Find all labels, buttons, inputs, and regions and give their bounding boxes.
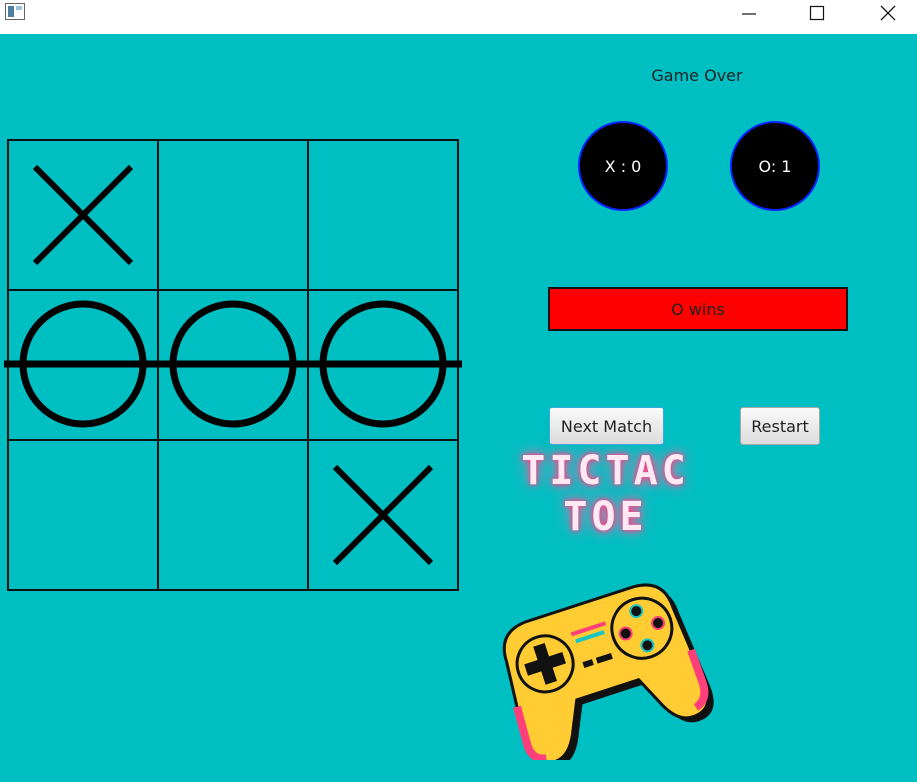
maximize-button[interactable]	[794, 0, 840, 26]
gamepad-icon	[502, 583, 714, 760]
game-board	[4, 139, 462, 591]
minimize-button[interactable]	[726, 0, 772, 26]
restart-button[interactable]: Restart	[740, 407, 820, 445]
score-o-badge: O: 1	[730, 121, 820, 211]
board-cell-7[interactable]	[7, 439, 159, 591]
board-cell-8[interactable]	[157, 439, 309, 591]
game-status-label: Game Over	[651, 66, 743, 85]
logo-line-1: TICTAC	[521, 448, 690, 494]
minimize-icon	[742, 13, 756, 15]
close-button[interactable]	[865, 0, 911, 26]
logo-line-2: TOE	[563, 494, 648, 540]
score-x-badge: X : 0	[578, 121, 668, 211]
board-cell-2[interactable]	[157, 139, 309, 291]
maximize-icon	[809, 5, 825, 21]
next-match-button[interactable]: Next Match	[549, 407, 664, 445]
board-cell-3[interactable]	[307, 139, 459, 291]
result-banner: O wins	[548, 287, 848, 331]
close-icon	[880, 5, 896, 21]
tictactoe-logo: TICTAC TOE	[498, 448, 713, 540]
